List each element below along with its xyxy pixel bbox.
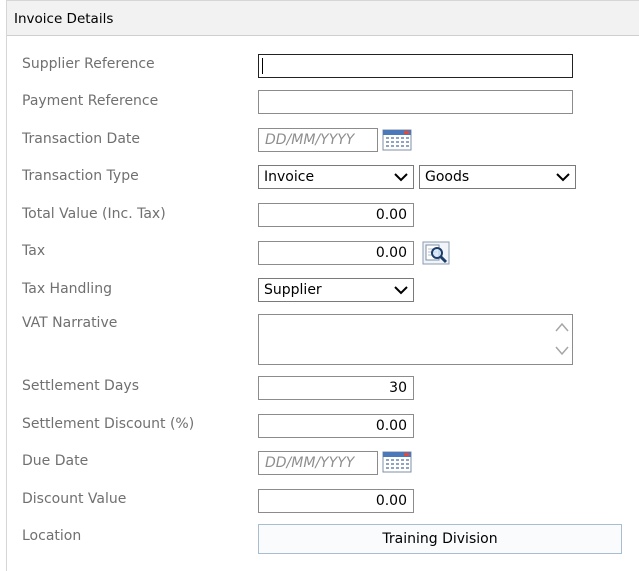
due-date-placeholder: DD/MM/YYYY: [265, 455, 355, 471]
due-date-input[interactable]: DD/MM/YYYY: [258, 451, 378, 475]
discount-value-input[interactable]: 0.00: [258, 489, 414, 513]
vat-narrative-textarea[interactable]: [258, 314, 573, 365]
textarea-scrollbar[interactable]: [554, 318, 570, 360]
tax-handling-value: Supplier: [264, 282, 322, 298]
tax-label: Tax: [22, 243, 46, 259]
magnifier-icon[interactable]: [422, 241, 450, 265]
total-value-input[interactable]: 0.00: [258, 203, 414, 227]
transaction-date-placeholder: DD/MM/YYYY: [265, 132, 355, 148]
transaction-date-input[interactable]: DD/MM/YYYY: [258, 128, 378, 152]
settlement-discount-input[interactable]: 0.00: [258, 414, 414, 438]
panel-title: Invoice Details: [14, 11, 114, 27]
tax-handling-label: Tax Handling: [22, 281, 112, 297]
scroll-up-icon[interactable]: [555, 322, 569, 332]
calendar-icon[interactable]: [382, 129, 412, 151]
scroll-down-icon[interactable]: [555, 346, 569, 356]
tax-handling-select[interactable]: Supplier: [258, 278, 414, 302]
chevron-down-icon: [394, 173, 408, 182]
calendar-icon[interactable]: [382, 451, 412, 473]
payment-reference-input[interactable]: [258, 90, 573, 114]
settlement-discount-label: Settlement Discount (%): [22, 416, 195, 432]
location-label: Location: [22, 528, 82, 544]
transaction-type-label: Transaction Type: [22, 168, 139, 184]
transaction-category-value: Goods: [425, 169, 470, 185]
transaction-type-value: Invoice: [264, 169, 315, 185]
vat-narrative-label: VAT Narrative: [22, 315, 118, 331]
tax-input[interactable]: 0.00: [258, 241, 414, 265]
location-button[interactable]: Training Division: [258, 524, 622, 554]
text-caret: [262, 58, 263, 74]
due-date-label: Due Date: [22, 453, 89, 469]
panel-header: Invoice Details: [7, 0, 639, 36]
chevron-down-icon: [394, 286, 408, 295]
settlement-days-label: Settlement Days: [22, 378, 139, 394]
supplier-reference-input[interactable]: [258, 54, 573, 78]
settlement-days-input[interactable]: 30: [258, 376, 414, 400]
transaction-date-label: Transaction Date: [22, 131, 141, 147]
payment-reference-label: Payment Reference: [22, 93, 159, 109]
total-value-label: Total Value (Inc. Tax): [22, 206, 166, 222]
transaction-type-select[interactable]: Invoice: [258, 165, 414, 189]
transaction-category-select[interactable]: Goods: [419, 165, 576, 189]
discount-value-label: Discount Value: [22, 491, 127, 507]
chevron-down-icon: [556, 173, 570, 182]
supplier-reference-label: Supplier Reference: [22, 56, 155, 72]
